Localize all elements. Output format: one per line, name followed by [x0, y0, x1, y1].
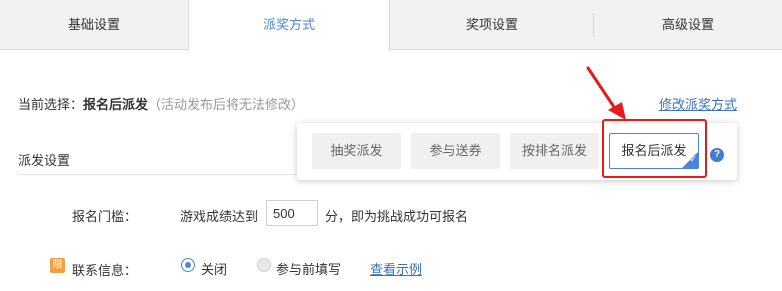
signup-threshold-label: 报名门槛： — [72, 209, 138, 224]
radio-close-label[interactable]: 关闭 — [201, 259, 227, 278]
threshold-text-before: 游戏成绩达到 — [180, 209, 259, 224]
question-circle-icon[interactable]: ? — [710, 148, 724, 162]
radio-fill-before-label[interactable]: 参与前填写 — [276, 259, 341, 278]
option-participation-coupon[interactable]: 参与送券 — [411, 133, 500, 169]
threshold-text-after: 分，即为挑战成功可报名 — [325, 209, 469, 224]
option-ranking[interactable]: 按排名派发 — [510, 133, 599, 169]
annotation-highlight-box — [602, 119, 707, 178]
tab-prize-settings[interactable]: 奖项设置 — [390, 0, 594, 50]
contact-info-label: 联系信息： — [72, 263, 138, 278]
red-arrow-icon — [586, 66, 626, 120]
tab-bar: 基础设置 派奖方式 奖项设置 高级设置 — [0, 0, 782, 51]
current-selection-value: 报名后派发 — [83, 97, 149, 112]
tab-award-method[interactable]: 派奖方式 — [188, 0, 390, 51]
current-selection-label: 当前选择： — [18, 97, 84, 112]
option-lottery[interactable]: 抽奖派发 — [312, 133, 401, 169]
current-selection-note: （活动发布后将无法修改） — [148, 97, 305, 112]
modify-award-method-link[interactable]: 修改派奖方式 — [659, 94, 737, 113]
tab-basic-settings[interactable]: 基础设置 — [0, 0, 188, 50]
view-example-link[interactable]: 查看示例 — [370, 259, 422, 278]
section-title: 派发设置 — [18, 153, 71, 168]
radio-fill-before[interactable] — [257, 258, 271, 272]
score-threshold-input[interactable] — [266, 200, 318, 226]
tab-advanced-settings[interactable]: 高级设置 — [594, 0, 782, 50]
radio-close[interactable] — [181, 258, 195, 272]
current-selection: 当前选择：报名后派发（活动发布后将无法修改） — [18, 94, 304, 113]
badge-icon: 限 — [50, 258, 65, 273]
